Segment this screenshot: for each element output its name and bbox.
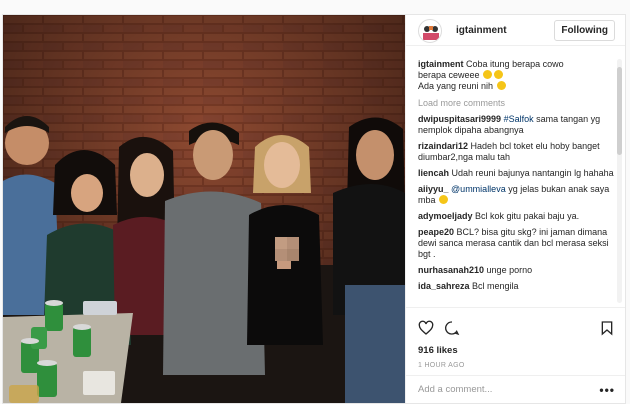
comment-text: Bcl kok gitu pakai baju ya. [475, 211, 580, 221]
comment-button[interactable] [444, 320, 460, 336]
add-comment-bar: ••• [406, 375, 625, 403]
comment-username[interactable]: ida_sahreza [418, 281, 470, 291]
comment-item: ida_sahreza Bcl mengila [418, 281, 614, 292]
comment-bubble-icon [445, 321, 460, 336]
add-comment-input[interactable] [418, 384, 588, 395]
post-caption: igtainment Coba itung berapa cowo berapa… [418, 59, 614, 92]
like-button[interactable] [418, 320, 434, 336]
comment-item: adymoeljady Bcl kok gitu pakai baju ya. [418, 211, 614, 222]
comment-username[interactable]: rizaindari12 [418, 141, 468, 151]
comment-item: rizaindari12 Hadeh bcl toket elu hoby ba… [418, 141, 614, 163]
comment-item: liencah Udah reuni bajunya nantangin lg … [418, 168, 614, 179]
comment-text: Udah reuni bajunya nantangin lg hahaha [451, 168, 614, 178]
comment-username[interactable]: aiiyyu_ [418, 184, 449, 194]
post-actions [406, 307, 625, 339]
emoji-icon [494, 70, 504, 79]
caption-line-3: Ada yang reuni nih [418, 81, 494, 91]
following-button[interactable]: Following [554, 20, 615, 41]
comment-hashtag[interactable]: #Salfok [504, 114, 534, 124]
post-header: igtainment Following [406, 16, 625, 46]
caption-username[interactable]: igtainment [418, 59, 464, 69]
post-timestamp: 1 HOUR AGO [418, 362, 465, 369]
igtainment-logo-icon [423, 25, 439, 40]
instagram-post: igtainment Following igtainment Coba itu… [2, 14, 626, 404]
comment-text: unge porno [486, 265, 533, 275]
more-options-button[interactable]: ••• [599, 383, 615, 397]
emoji-icon [483, 70, 493, 79]
save-button[interactable] [599, 320, 615, 336]
caption-line-2: berapa ceweee [418, 70, 480, 80]
group-photo-illustration [3, 15, 405, 403]
emoji-icon [496, 81, 506, 90]
comment-item: aiiyyu_ @ummialleva yg jelas bukan anak … [418, 184, 614, 206]
bookmark-icon [601, 321, 613, 336]
comment-item: dwipuspitasari9999 #Salfok sama tangan y… [418, 114, 614, 136]
comment-username[interactable]: adymoeljady [418, 211, 473, 221]
load-more-comments-link[interactable]: Load more comments [418, 98, 614, 109]
comment-item: nurhasanah210 unge porno [418, 265, 614, 276]
comments-scrollbar[interactable] [617, 59, 622, 303]
comment-text: Bcl mengila [472, 281, 519, 291]
account-avatar[interactable] [418, 18, 442, 43]
comment-username[interactable]: dwipuspitasari9999 [418, 114, 501, 124]
comment-username[interactable]: liencah [418, 168, 449, 178]
emoji-icon [439, 195, 449, 204]
heart-icon [418, 320, 434, 335]
comment-item: peape20 BCL? bisa gitu skg? ini jaman di… [418, 227, 614, 260]
post-photo[interactable] [3, 15, 405, 403]
likes-count[interactable]: 916 likes [418, 345, 458, 356]
caption-line-1: Coba itung berapa cowo [466, 59, 564, 69]
comments-list[interactable]: igtainment Coba itung berapa cowo berapa… [418, 59, 614, 303]
post-sidebar: igtainment Following igtainment Coba itu… [405, 15, 625, 403]
scrollbar-thumb[interactable] [617, 67, 622, 155]
comment-username[interactable]: peape20 [418, 227, 454, 237]
comment-mention[interactable]: @ummialleva [451, 184, 506, 194]
account-username[interactable]: igtainment [456, 25, 507, 36]
comment-username[interactable]: nurhasanah210 [418, 265, 484, 275]
